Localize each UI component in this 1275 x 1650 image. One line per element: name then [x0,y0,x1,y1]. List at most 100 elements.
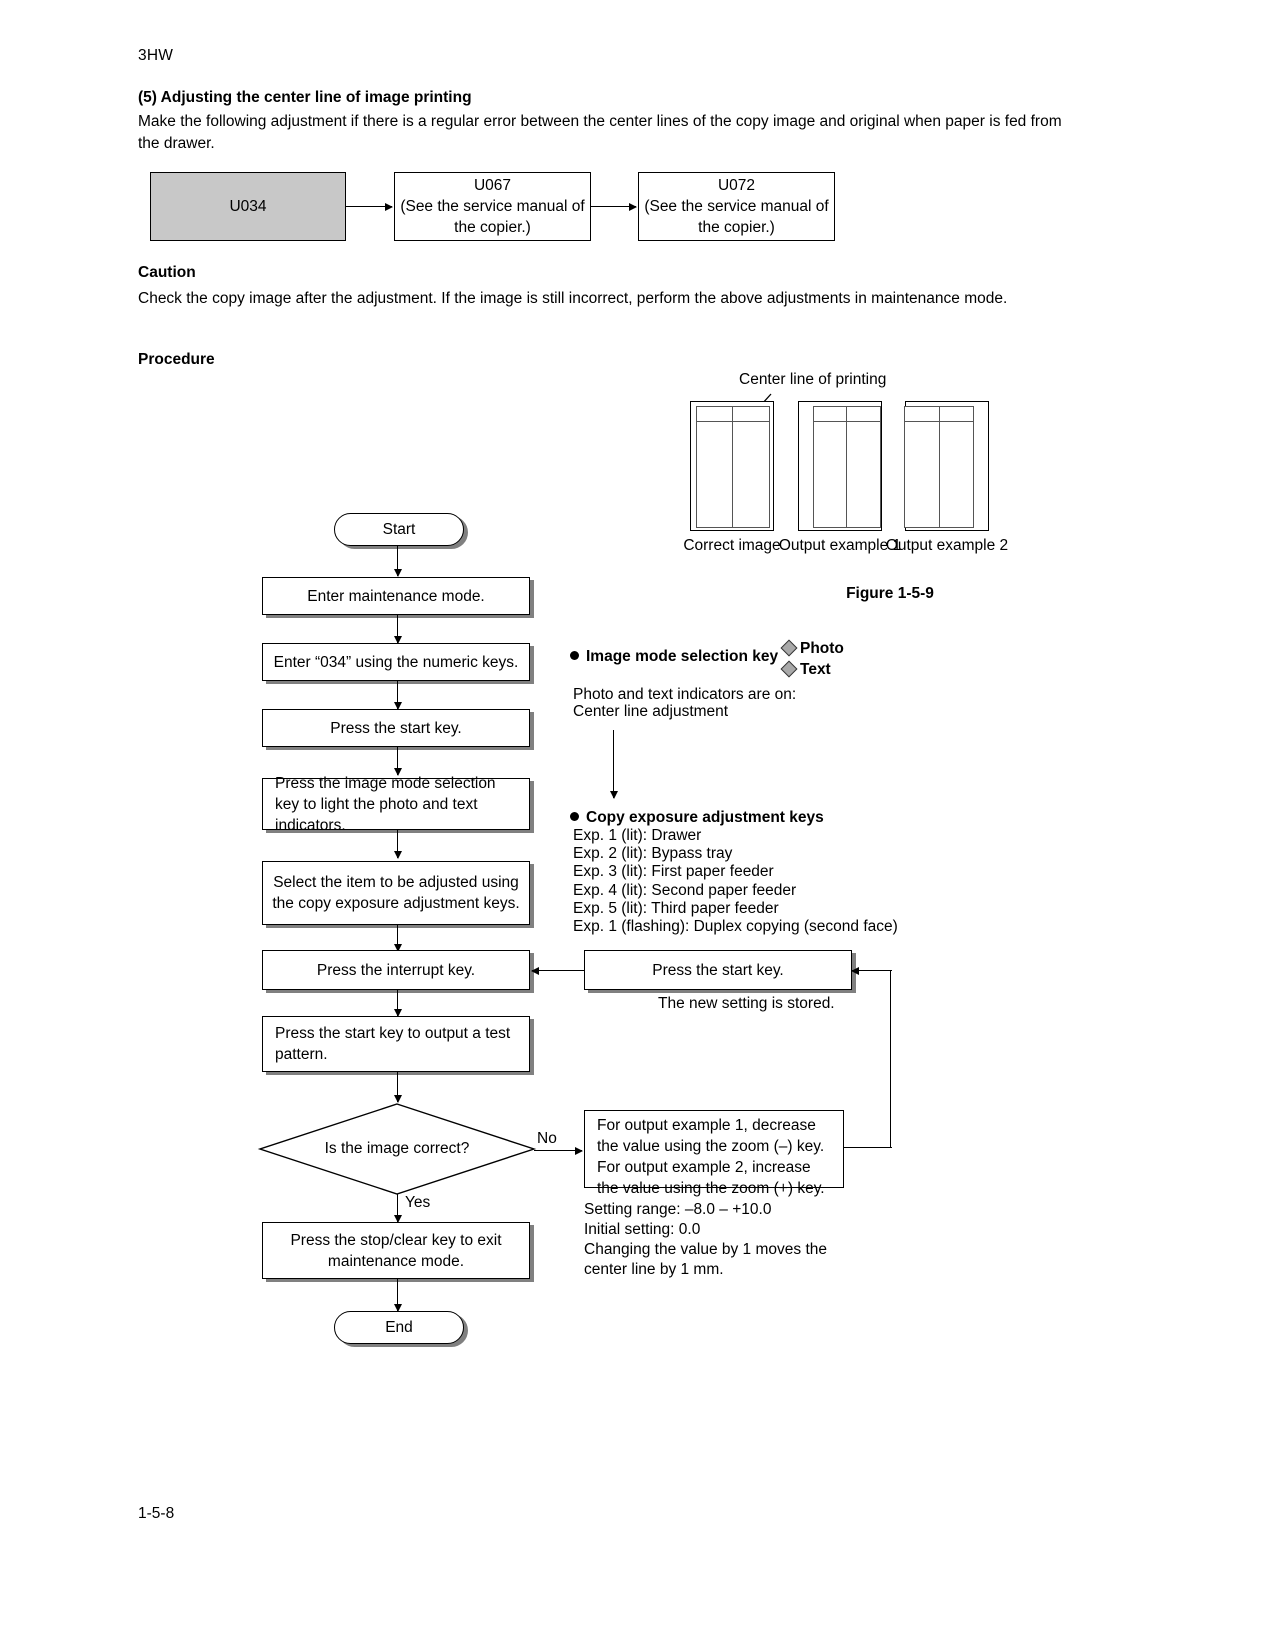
ucode-box-u067: U067 (See the service manual of the copi… [394,172,591,241]
ucode-label-u067: U067 [473,177,512,194]
caution-text: Check the copy image after the adjustmen… [138,290,1008,307]
arrow-u034-to-u067 [346,202,393,211]
ucode-box-u034: U034 [150,172,346,241]
caption-output-example-1: Output example 1 [778,536,902,555]
paper-inner-frame [696,406,770,528]
initial-setting-text: Initial setting: 0.0 [584,1221,701,1238]
ucode-label-u072: U072 [717,177,756,194]
annotation-exposure-heading: Copy exposure adjustment keys [570,809,824,827]
paper-top-band [813,406,881,422]
branch-label-yes: Yes [405,1194,431,1211]
indicator-label: Text [800,661,831,678]
annotation-heading-label: Image mode selection key [586,648,779,665]
paper-correct-image [690,401,774,531]
exposure-item: Exp. 3 (lit): First paper feeder [573,863,774,881]
arrow-store-to-interrupt [531,966,584,975]
arrow-step2-to-step3 [393,681,402,710]
store-note: The new setting is stored. [658,995,835,1012]
arrow-no-to-adjust-box [534,1146,583,1155]
paper-output-example-2 [904,401,989,531]
exposure-key-list: Exp. 1 (lit): Drawer Exp. 2 (lit): Bypas… [573,827,898,936]
flow-step-label: Press the start key. [652,961,784,979]
caption-output-example-2: Output example 2 [885,536,1009,555]
flow-step-image-mode-selection: Press the image mode selection key to li… [262,775,530,834]
page-footer: 1-5-8 [138,1505,175,1522]
setting-note-line2: center line by 1 mm. [584,1261,724,1278]
arrow-step4-to-step5 [393,830,402,859]
flow-step-label: Press the interrupt key. [316,961,476,979]
arrow-loop-into-store [851,966,892,975]
paper-top-band [696,406,770,422]
ucode-note-u072: (See the service manual of the copier.) [644,198,829,236]
flow-decision-label: Is the image correct? [324,1140,470,1157]
flow-step-select-item: Select the item to be adjusted using the… [262,861,530,925]
flow-step-store-press-start-key: Press the start key. [584,950,852,990]
caption-text: Output example 1 [778,537,902,554]
exposure-item: Exp. 1 (lit): Drawer [573,827,702,844]
flow-box-adjust-instructions: For output example 1, decrease the value… [584,1110,844,1197]
paper-center-line [846,406,847,528]
flow-box-label: For output example 1, decrease the value… [597,1117,825,1197]
flow-step-label: Press the start key to output a test pat… [275,1025,511,1063]
figure-label: Figure 1-5-9 [846,585,934,602]
indicator-photo: Photo [780,639,844,658]
paper-center-line [732,406,733,528]
arrow-step6-to-step7 [393,990,402,1017]
arrow-step3-to-step4 [393,747,402,776]
flow-step-exit-maintenance-mode: Press the stop/clear key to exit mainten… [262,1222,530,1279]
image-mode-note-line2: Center line adjustment [573,703,729,720]
intro-paragraph: Make the following adjustment if there i… [138,113,1062,152]
loop-line-right [890,970,891,1148]
document-page: 3HW (5) Adjusting the center line of ima… [0,0,1275,1650]
paper-inner-frame [813,406,881,528]
center-line-label: Center line of printing [739,371,887,388]
exposure-item: Exp. 1 (flashing): Duplex copying (secon… [573,918,898,936]
indicator-label: Photo [800,640,844,657]
annotation-image-mode-heading: Image mode selection key [570,648,778,666]
caution-heading: Caution [138,264,196,281]
flow-step-label: Press the image mode selection key to li… [275,774,496,834]
flow-step-label: Press the stop/clear key to exit mainten… [290,1231,502,1270]
setting-note-line1: Changing the value by 1 moves the [584,1241,827,1258]
flow-end-label: End [385,1318,413,1336]
indicator-text: Text [780,660,831,679]
arrow-step5-to-step6 [393,925,402,952]
diamond-indicator-icon [780,639,798,657]
flow-step-label: Enter maintenance mode. [307,587,485,605]
flow-start-terminal: Start [334,513,464,546]
flow-step-enter-maintenance-mode: Enter maintenance mode. [262,577,530,615]
diamond-indicator-icon [780,660,798,678]
ucode-label-u034: U034 [229,198,267,215]
flow-step-enter-034: Enter “034” using the numeric keys. [262,643,530,681]
flow-start-label: Start [382,520,416,538]
procedure-heading: Procedure [138,351,215,368]
exposure-item: Exp. 4 (lit): Second paper feeder [573,881,797,899]
flow-decision-is-image-correct: Is the image correct? [257,1102,537,1196]
arrow-yes-to-exit [393,1194,402,1223]
ucode-note-u067: (See the service manual of the copier.) [400,198,585,236]
caption-text: Output example 2 [885,537,1009,554]
flow-end-terminal: End [334,1311,464,1344]
flow-step-press-interrupt-key: Press the interrupt key. [262,950,530,990]
arrow-start-to-step1 [393,546,402,577]
branch-label-no: No [537,1130,557,1147]
annotation-heading-label: Copy exposure adjustment keys [586,809,824,826]
flow-step-label: Enter “034” using the numeric keys. [273,653,519,671]
arrow-exit-to-end [393,1279,402,1312]
ucode-box-u072: U072 (See the service manual of the copi… [638,172,835,241]
bullet-dot-icon [570,651,579,660]
flow-step-label: Press the start key. [330,719,462,737]
setting-range-text: Setting range: –8.0 – +10.0 [584,1201,772,1218]
exposure-item: Exp. 2 (lit): Bypass tray [573,845,733,863]
loop-line-bottom [844,1147,892,1148]
arrow-step7-to-decision [393,1072,402,1103]
paper-output-example-1 [798,401,882,531]
section-heading: (5) Adjusting the center line of image p… [138,89,472,106]
flow-step-press-start-key: Press the start key. [262,709,530,747]
document-code: 3HW [138,47,174,64]
arrow-u067-to-u072 [591,202,637,211]
flow-step-output-test-pattern: Press the start key to output a test pat… [262,1016,530,1072]
exposure-item: Exp. 5 (lit): Third paper feeder [573,899,779,917]
arrow-image-mode-to-exposure [609,730,618,799]
paper-center-line [939,406,940,528]
